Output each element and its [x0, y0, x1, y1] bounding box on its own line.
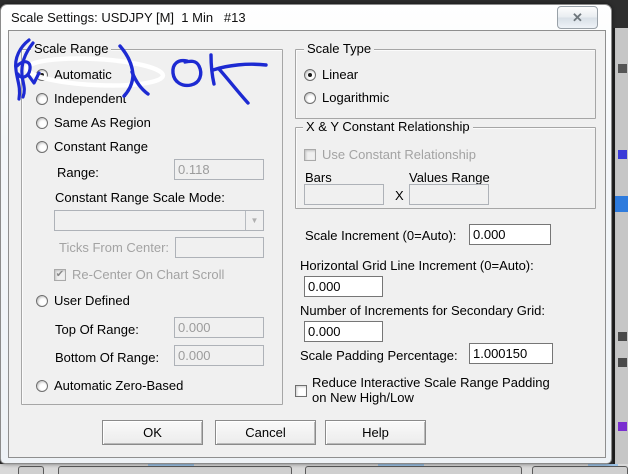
radio-automatic-zero-based[interactable]: Automatic Zero-Based — [36, 378, 183, 393]
range-label: Range: — [57, 165, 99, 180]
radio-same-as-region-label: Same As Region — [54, 115, 151, 130]
checkbox-reduce-interactive-padding[interactable] — [295, 383, 307, 398]
radio-user-defined-label: User Defined — [54, 293, 130, 308]
ticks-from-center-label: Ticks From Center: — [59, 240, 170, 255]
unchecked-checkbox-icon — [304, 148, 316, 161]
scale-settings-dialog: Scale Settings: USDJPY [M] 1 Min #13 ✕ S… — [0, 4, 612, 464]
help-button[interactable]: Help — [325, 420, 426, 445]
bottom-of-range-label: Bottom Of Range: — [55, 350, 160, 365]
background-app-fragment — [305, 466, 522, 474]
scale-increment-label: Scale Increment (0=Auto): — [305, 228, 457, 243]
use-constant-relationship-label: Use Constant Relationship — [322, 147, 476, 162]
radio-icon[interactable] — [36, 92, 48, 105]
background-app-fragment — [618, 64, 627, 73]
ticks-from-center-field — [175, 237, 264, 258]
background-app-fragment — [618, 332, 627, 341]
xy-group-title: X & Y Constant Relationship — [303, 120, 473, 134]
radio-automatic-zero-based-label: Automatic Zero-Based — [54, 378, 184, 393]
dialog-title: Scale Settings: USDJPY [M] 1 Min #13 — [11, 10, 246, 25]
top-of-range-field — [174, 317, 264, 338]
bars-field — [304, 184, 384, 205]
scale-type-group: Scale Type — [295, 42, 596, 119]
unchecked-checkbox-icon[interactable] — [295, 384, 307, 397]
secondary-grid-increments-field[interactable] — [304, 321, 383, 342]
constant-range-scale-mode-label: Constant Range Scale Mode: — [55, 190, 225, 205]
background-app-fragment — [532, 466, 628, 474]
radio-icon[interactable] — [36, 116, 48, 129]
screen: Scale Settings: USDJPY [M] 1 Min #13 ✕ S… — [0, 0, 628, 474]
background-app-fragment — [148, 464, 194, 466]
dropdown-arrow-icon: ▼ — [245, 211, 263, 230]
radio-icon[interactable] — [36, 294, 48, 307]
secondary-grid-increments-label: Number of Increments for Secondary Grid: — [300, 303, 545, 318]
radio-logarithmic-label: Logarithmic — [322, 90, 390, 105]
radio-selected-icon[interactable] — [304, 68, 316, 81]
radio-same-as-region[interactable]: Same As Region — [36, 115, 151, 130]
radio-logarithmic[interactable]: Logarithmic — [304, 90, 389, 105]
reduce-padding-label-line2: on New High/Low — [312, 390, 414, 405]
radio-user-defined[interactable]: User Defined — [36, 293, 130, 308]
radio-constant-range-label: Constant Range — [54, 139, 148, 154]
background-app-fragment — [618, 150, 627, 159]
values-range-field — [409, 184, 489, 205]
radio-linear[interactable]: Linear — [304, 67, 358, 82]
top-of-range-label: Top Of Range: — [55, 322, 139, 337]
background-app-fragment — [18, 466, 44, 474]
close-icon: ✕ — [572, 10, 583, 25]
close-button[interactable]: ✕ — [557, 6, 598, 29]
radio-automatic-label: Automatic — [54, 67, 112, 82]
checkbox-use-constant-relationship: Use Constant Relationship — [304, 147, 476, 162]
radio-linear-label: Linear — [322, 67, 359, 82]
dialog-client-area: Scale Range Automatic Independent Same A… — [8, 30, 606, 458]
background-app-fragment — [618, 358, 627, 367]
radio-independent[interactable]: Independent — [36, 91, 126, 106]
recenter-label: Re-Center On Chart Scroll — [72, 267, 225, 282]
radio-automatic[interactable]: Automatic — [36, 67, 112, 82]
scale-padding-percentage-label: Scale Padding Percentage: — [300, 348, 458, 363]
background-window-right-strip — [613, 28, 628, 474]
range-field — [174, 159, 264, 180]
background-app-fragment — [378, 464, 424, 466]
radio-independent-label: Independent — [54, 91, 127, 106]
background-app-fragment — [618, 422, 627, 431]
constant-range-scale-mode-dropdown: ▼ — [54, 210, 264, 231]
horizontal-grid-increment-label: Horizontal Grid Line Increment (0=Auto): — [300, 258, 534, 273]
bottom-of-range-field — [174, 345, 264, 366]
background-window-bottom-strip — [0, 464, 628, 474]
scale-type-group-title: Scale Type — [304, 42, 375, 56]
scale-increment-field[interactable] — [469, 224, 551, 245]
multiply-label: X — [395, 188, 404, 203]
radio-selected-icon[interactable] — [36, 68, 48, 81]
check-glyph: ✔ — [55, 268, 65, 280]
cancel-button[interactable]: Cancel — [215, 420, 316, 445]
radio-constant-range[interactable]: Constant Range — [36, 139, 148, 154]
background-app-fragment — [58, 466, 292, 474]
titlebar[interactable]: Scale Settings: USDJPY [M] 1 Min #13 ✕ — [1, 5, 611, 30]
background-app-selection-fragment — [615, 196, 628, 212]
checkbox-recenter-on-chart-scroll: ✔ Re-Center On Chart Scroll — [54, 267, 224, 282]
horizontal-grid-increment-field[interactable] — [304, 276, 383, 297]
scale-padding-percentage-field[interactable] — [469, 343, 553, 364]
values-range-label: Values Range — [409, 170, 490, 185]
radio-icon[interactable] — [36, 379, 48, 392]
checked-checkbox-icon: ✔ — [54, 268, 66, 281]
ok-button[interactable]: OK — [102, 420, 203, 445]
background-app-fragment — [588, 464, 618, 466]
radio-icon[interactable] — [304, 91, 316, 104]
radio-icon[interactable] — [36, 140, 48, 153]
bars-label: Bars — [305, 170, 332, 185]
reduce-padding-label-line1: Reduce Interactive Scale Range Padding — [312, 375, 550, 390]
scale-range-group-title: Scale Range — [31, 42, 112, 56]
